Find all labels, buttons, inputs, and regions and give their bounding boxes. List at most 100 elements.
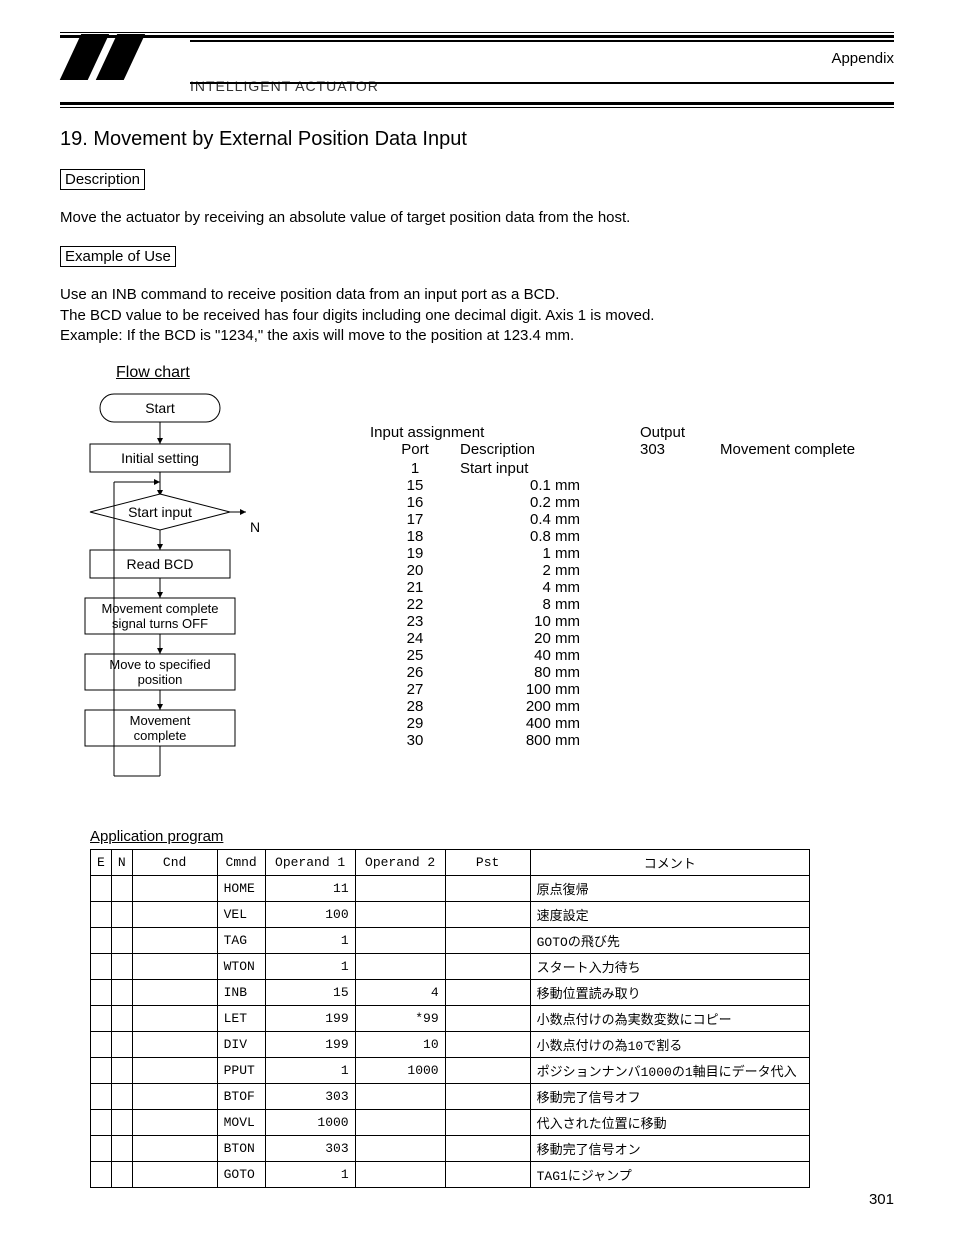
cell-pst — [445, 1032, 530, 1058]
cell-op1: 100 — [265, 902, 355, 928]
cell-comment: TAG1にジャンプ — [530, 1162, 809, 1188]
cell-op2: 10 — [355, 1032, 445, 1058]
io-assignment: Input assignment Output Port Description… — [270, 386, 894, 749]
table-row: DIV19910小数点付けの為10で割る — [91, 1032, 810, 1058]
input-assignment-header: Input assignment — [370, 424, 640, 441]
cell-op2 — [355, 902, 445, 928]
cell-cnd — [132, 1058, 217, 1084]
cell-op1: 1 — [265, 1058, 355, 1084]
io-desc: 10 mm — [460, 613, 640, 630]
io-row: 27100 mm — [370, 681, 894, 698]
cell-pst — [445, 1058, 530, 1084]
cell-op2 — [355, 1162, 445, 1188]
flow-decision: Start input — [128, 504, 192, 520]
th-n: N — [111, 850, 132, 876]
th-com: コメント — [530, 850, 809, 876]
io-port: 20 — [370, 562, 460, 579]
cell-cnd — [132, 1110, 217, 1136]
io-desc: 200 mm — [460, 698, 640, 715]
example-line: The BCD value to be received has four di… — [60, 307, 654, 324]
io-port: 22 — [370, 596, 460, 613]
io-desc: 100 mm — [460, 681, 640, 698]
cell-cnd — [132, 954, 217, 980]
cell-n — [111, 1006, 132, 1032]
cell-comment: 速度設定 — [530, 902, 809, 928]
flow-init: Initial setting — [121, 450, 199, 466]
io-row: 170.4 mm — [370, 511, 894, 528]
io-desc: Start input — [460, 460, 640, 477]
io-port: 15 — [370, 477, 460, 494]
cell-op1: 199 — [265, 1032, 355, 1058]
cell-n — [111, 1136, 132, 1162]
io-port: 21 — [370, 579, 460, 596]
cell-op2 — [355, 928, 445, 954]
cell-op2 — [355, 1110, 445, 1136]
th-e: E — [91, 850, 112, 876]
cell-cmnd: HOME — [217, 876, 265, 902]
flow-move2: position — [138, 672, 183, 687]
cell-n — [111, 954, 132, 980]
cell-comment: 原点復帰 — [530, 876, 809, 902]
cell-e — [91, 928, 112, 954]
cell-cnd — [132, 902, 217, 928]
io-row: 2540 mm — [370, 647, 894, 664]
appendix-label: Appendix — [831, 50, 894, 67]
cell-cnd — [132, 1032, 217, 1058]
io-port: 30 — [370, 732, 460, 749]
io-row: 2680 mm — [370, 664, 894, 681]
cell-comment: スタート入力待ち — [530, 954, 809, 980]
flow-off2: signal turns OFF — [112, 616, 208, 631]
cell-e — [91, 1084, 112, 1110]
table-row: WTON1スタート入力待ち — [91, 954, 810, 980]
cell-op2 — [355, 954, 445, 980]
table-row: MOVL1000代入された位置に移動 — [91, 1110, 810, 1136]
cell-op2: *99 — [355, 1006, 445, 1032]
cell-op1: 1 — [265, 1162, 355, 1188]
section-title: 19. Movement by External Position Data I… — [60, 128, 894, 151]
io-row: 228 mm — [370, 596, 894, 613]
io-desc: 80 mm — [460, 664, 640, 681]
cell-comment: 代入された位置に移動 — [530, 1110, 809, 1136]
cell-cmnd: MOVL — [217, 1110, 265, 1136]
rule-header-thick — [60, 102, 894, 105]
cell-cmnd: TAG — [217, 928, 265, 954]
cell-comment: 移動完了信号オン — [530, 1136, 809, 1162]
io-row: 150.1 mm — [370, 477, 894, 494]
cell-comment: GOTOの飛び先 — [530, 928, 809, 954]
table-row: TAG1GOTOの飛び先 — [91, 928, 810, 954]
io-port: 16 — [370, 494, 460, 511]
cell-n — [111, 1084, 132, 1110]
cell-n — [111, 876, 132, 902]
cell-e — [91, 1136, 112, 1162]
cell-e — [91, 1162, 112, 1188]
cell-n — [111, 1032, 132, 1058]
flowchart-title: Flow chart — [116, 364, 894, 382]
io-desc: 1 mm — [460, 545, 640, 562]
io-row: 28200 mm — [370, 698, 894, 715]
description-label: Description — [60, 169, 145, 190]
io-desc: 800 mm — [460, 732, 640, 749]
cell-cmnd: BTOF — [217, 1084, 265, 1110]
cell-pst — [445, 902, 530, 928]
io-desc: 4 mm — [460, 579, 640, 596]
th-cnd: Cnd — [132, 850, 217, 876]
flow-done2: complete — [134, 728, 187, 743]
io-row: 2310 mm — [370, 613, 894, 630]
cell-pst — [445, 928, 530, 954]
cell-e — [91, 1032, 112, 1058]
io-port: 19 — [370, 545, 460, 562]
rule-header-thin — [60, 107, 894, 108]
cell-pst — [445, 1136, 530, 1162]
output-header: Output — [640, 424, 720, 441]
description-text: Move the actuator by receiving an absolu… — [60, 208, 894, 228]
cell-op2 — [355, 1084, 445, 1110]
brand-rule-top — [190, 40, 894, 42]
cell-comment: 移動完了信号オフ — [530, 1084, 809, 1110]
io-row: 180.8 mm — [370, 528, 894, 545]
flow-start: Start — [145, 400, 175, 416]
cell-op2 — [355, 876, 445, 902]
io-row: 1Start input — [370, 460, 894, 477]
io-row: 29400 mm — [370, 715, 894, 732]
rule-top-thin — [60, 32, 894, 33]
logo-icon — [59, 34, 191, 82]
